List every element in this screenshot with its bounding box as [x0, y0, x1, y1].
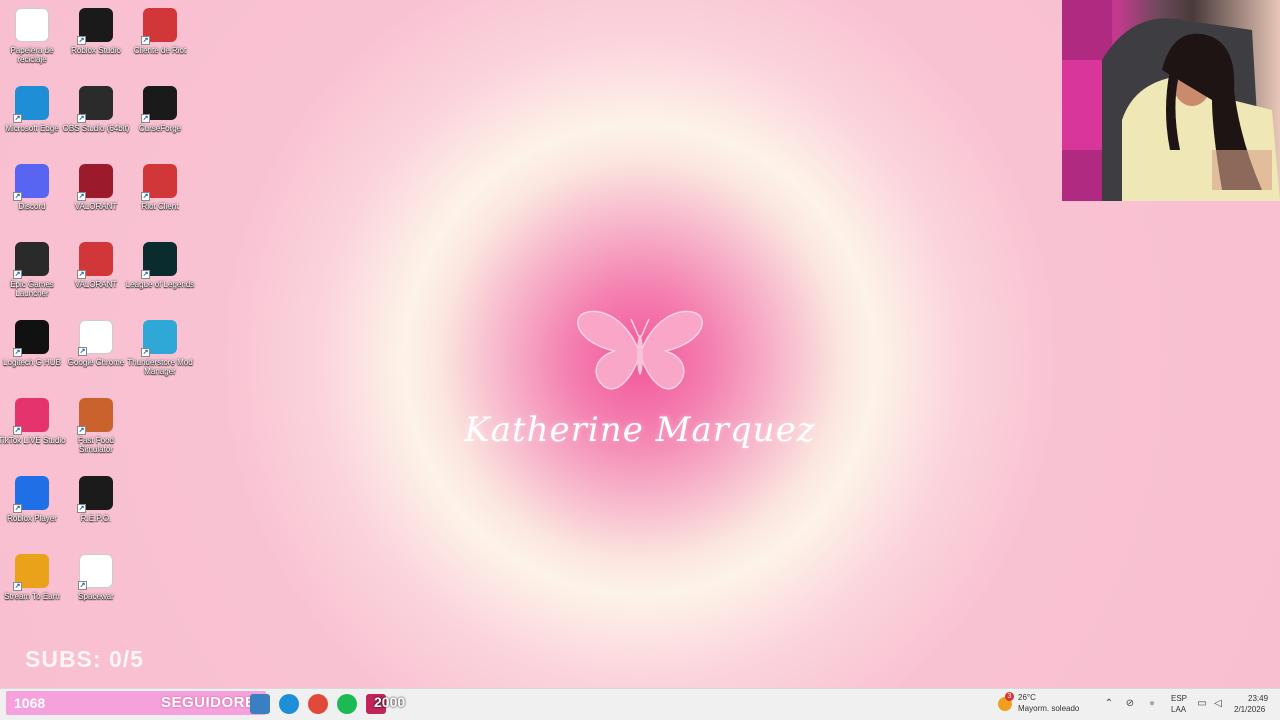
desktop-icon-label: R.E.P.O. — [80, 514, 112, 523]
desktop-icon-label: Discord — [18, 202, 46, 211]
subs-goal-text: SUBS: 0/5 — [25, 646, 144, 672]
desktop-icon-label: Spacewar — [78, 592, 114, 601]
weather-widget[interactable]: 3 26°C Mayorm. soleado — [998, 692, 1088, 716]
shortcut-arrow-icon: ↗ — [13, 192, 22, 201]
desktop-icon[interactable]: ↗ Stream To Earn — [0, 550, 64, 626]
shortcut-arrow-icon: ↗ — [13, 504, 22, 513]
desktop-icon-label: VALORANT — [74, 280, 118, 289]
followers-goal: 2000 — [374, 694, 406, 710]
desktop-icon-label: CurseForge — [138, 124, 182, 133]
desktop-icon-label: Microsoft Edge — [5, 124, 59, 133]
desktop-icon-label: League of Legends — [125, 280, 195, 289]
clock-time[interactable]: 23:49 — [1248, 694, 1268, 703]
shortcut-arrow-icon: ↗ — [141, 192, 150, 201]
shortcut-arrow-icon: ↗ — [141, 270, 150, 279]
desktop-icon-label: Epic Games Launcher — [10, 280, 54, 298]
followers-count: 1068 — [14, 695, 46, 711]
webcam-feed — [1062, 0, 1280, 201]
stream-to-earn-icon: ↗ — [13, 554, 49, 591]
desktop-icon-label: Roblox Player — [7, 514, 57, 523]
desktop-icon[interactable]: ↗ Spacewar — [64, 550, 128, 626]
riot-client-icon: ↗ — [141, 8, 177, 45]
repo-icon: ↗ — [77, 476, 113, 513]
edge-icon[interactable] — [279, 694, 299, 714]
desktop-icon-label: Riot Client — [141, 202, 179, 211]
weather-temp: 26°C — [1018, 693, 1036, 702]
shortcut-arrow-icon: ↗ — [77, 36, 86, 45]
desktop-icon[interactable]: Papelera de reciclaje — [0, 4, 64, 80]
desktop-icon-label: Cliente de Riot — [133, 46, 187, 55]
desktop-icon[interactable]: ↗ VALORANT — [64, 160, 128, 236]
edge-icon: ↗ — [13, 86, 49, 123]
language-bottom[interactable]: LAA — [1171, 705, 1186, 714]
league-of-legends-icon: ↗ — [141, 242, 177, 279]
desktop-icon[interactable]: ↗ CurseForge — [128, 82, 192, 158]
desktop: Papelera de reciclaje ↗ Roblox Studio ↗ Clie… — [0, 0, 1280, 688]
chevron-up-icon[interactable]: ⌃ — [1103, 698, 1115, 710]
recycle-bin-icon — [15, 8, 49, 42]
shortcut-arrow-icon: ↗ — [141, 114, 150, 123]
valorant-icon: ↗ — [77, 242, 113, 279]
spotify-icon[interactable] — [337, 694, 357, 714]
desktop-icon[interactable]: ↗ Discord — [0, 160, 64, 236]
desktop-icon[interactable]: ↗ R.E.P.O. — [64, 472, 128, 548]
desktop-icon-label: Roblox Studio — [71, 46, 121, 55]
display-icon[interactable]: ▭ — [1196, 698, 1208, 710]
roblox-player-icon: ↗ — [13, 476, 49, 513]
shortcut-arrow-icon: ↗ — [13, 582, 22, 591]
wallpaper-name: Katherine Marquez — [464, 410, 816, 450]
speaker-icon[interactable]: ◁ — [1212, 698, 1224, 710]
roblox-studio-icon: ↗ — [77, 8, 113, 45]
obs-icon: ↗ — [77, 86, 113, 123]
discord-icon: ↗ — [13, 164, 49, 201]
clock-date[interactable]: 2/1/2026 — [1234, 705, 1265, 714]
shortcut-arrow-icon: ↗ — [77, 504, 86, 513]
desktop-icon-label: Stream To Earn — [4, 592, 60, 601]
butterfly-logo — [0, 305, 1280, 400]
desktop-icon[interactable]: ↗ League of Legends — [125, 238, 195, 314]
desktop-icon-label: OBS Studio (64bit) — [62, 124, 130, 133]
network-off-icon[interactable]: ⊘ — [1124, 698, 1136, 710]
shortcut-arrow-icon: ↗ — [13, 270, 22, 279]
weather-badge: 3 — [1005, 692, 1014, 701]
microphone-icon[interactable]: ● — [1146, 698, 1158, 710]
language-top[interactable]: ESP — [1171, 694, 1187, 703]
shortcut-arrow-icon: ↗ — [78, 581, 87, 590]
valorant-icon: ↗ — [77, 164, 113, 201]
shortcut-arrow-icon: ↗ — [77, 270, 86, 279]
desktop-icon[interactable]: ↗ Epic Games Launcher — [0, 238, 64, 314]
desktop-icon-label: VALORANT — [74, 202, 118, 211]
shortcut-arrow-icon: ↗ — [13, 114, 22, 123]
shortcut-arrow-icon: ↗ — [77, 114, 86, 123]
desktop-icon[interactable]: ↗ VALORANT — [64, 238, 128, 314]
desktop-icon[interactable]: ↗ Roblox Studio — [64, 4, 128, 80]
riot-client-icon: ↗ — [141, 164, 177, 201]
document-icon: ↗ — [78, 554, 113, 590]
file-explorer-icon[interactable] — [250, 694, 270, 714]
curseforge-icon: ↗ — [141, 86, 177, 123]
shortcut-arrow-icon: ↗ — [77, 192, 86, 201]
desktop-icon[interactable]: ↗ Microsoft Edge — [0, 82, 64, 158]
chrome-icon[interactable] — [308, 694, 328, 714]
shortcut-arrow-icon: ↗ — [141, 36, 150, 45]
desktop-icon[interactable]: ↗ Riot Client — [128, 160, 192, 236]
weather-desc: Mayorm. soleado — [1018, 704, 1080, 713]
desktop-icon[interactable]: ↗ Roblox Player — [0, 472, 64, 548]
desktop-icon[interactable]: ↗ Cliente de Riot — [128, 4, 192, 80]
desktop-icon[interactable]: ↗ OBS Studio (64bit) — [62, 82, 130, 158]
desktop-icon-label: Papelera de reciclaje — [10, 46, 54, 64]
epic-games-icon: ↗ — [13, 242, 49, 279]
